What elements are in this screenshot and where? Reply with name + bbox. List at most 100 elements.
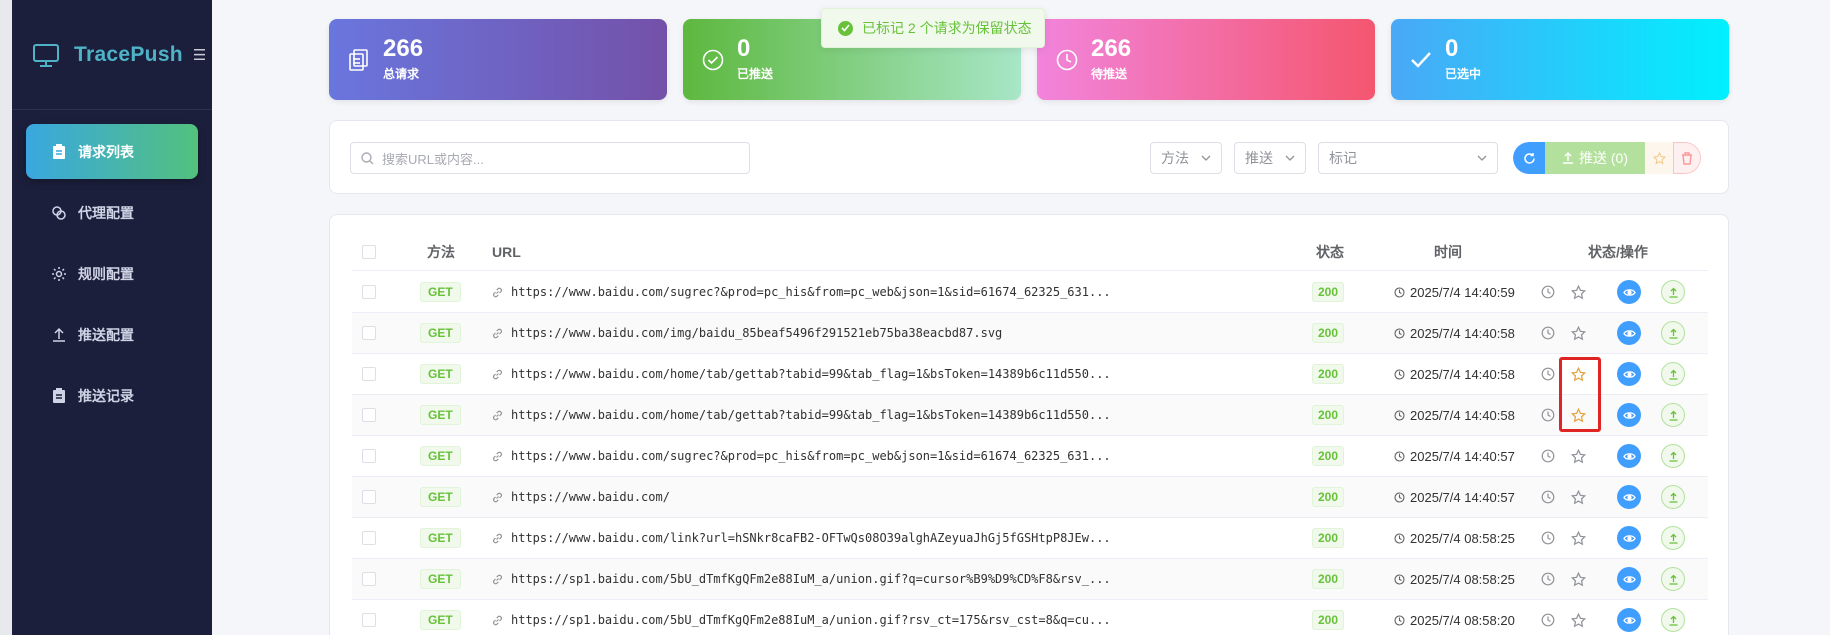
row-checkbox[interactable]: [362, 518, 376, 558]
sidebar-item-rule-config[interactable]: 规则配置: [26, 246, 198, 301]
push-select[interactable]: 推送: [1234, 142, 1306, 174]
row-checkbox[interactable]: [362, 395, 376, 435]
star-icon: [1570, 530, 1586, 545]
push-row-button[interactable]: [1661, 272, 1685, 312]
url-cell[interactable]: https://www.baidu.com/home/tab/gettab?ta…: [492, 395, 1111, 435]
mark-select[interactable]: 标记: [1318, 142, 1498, 174]
table-row[interactable]: GET https://sp1.baidu.com/5bU_dTmfKgQFm2e…: [352, 600, 1708, 635]
history-button[interactable]: [1540, 313, 1556, 353]
push-row-button[interactable]: [1661, 313, 1685, 353]
row-checkbox[interactable]: [362, 477, 376, 517]
method-select[interactable]: 方法: [1150, 142, 1222, 174]
stat-value: 266: [1091, 35, 1132, 62]
history-button[interactable]: [1540, 477, 1556, 517]
table-row[interactable]: GET https://www.baidu.com/sugrec?&prod=pc…: [352, 272, 1708, 313]
row-checkbox[interactable]: [362, 354, 376, 394]
url-cell[interactable]: https://www.baidu.com/home/tab/gettab?ta…: [492, 354, 1111, 394]
check-circle-icon: [701, 48, 725, 72]
table-row[interactable]: GET https://www.baidu.com/img/baidu_85bea…: [352, 313, 1708, 354]
url-text: https://www.baidu.com/sugrec?&prod=pc_hi…: [511, 449, 1111, 463]
search-input[interactable]: 搜索URL或内容...: [350, 142, 750, 174]
url-text: https://www.baidu.com/home/tab/gettab?ta…: [511, 408, 1111, 422]
star-button[interactable]: [1569, 600, 1587, 635]
view-button[interactable]: [1617, 354, 1641, 394]
history-icon: [1541, 572, 1555, 586]
table-row[interactable]: GET https://sp1.baidu.com/5bU_dTmfKgQFm2e…: [352, 559, 1708, 600]
star-button[interactable]: [1569, 436, 1587, 476]
chevron-down-icon: [1477, 155, 1487, 161]
action-button-group: 推送 (0): [1513, 142, 1701, 174]
view-button[interactable]: [1617, 600, 1641, 635]
star-icon: [1570, 489, 1586, 504]
method-tag: GET: [420, 528, 461, 548]
star-button[interactable]: [1645, 142, 1673, 174]
time-text: 2025/7/4 08:58:25: [1410, 571, 1515, 587]
table-row[interactable]: GET https://www.baidu.com/200 2025/7/4 14:…: [352, 477, 1708, 518]
star-button[interactable]: [1569, 313, 1587, 353]
view-button[interactable]: [1617, 518, 1641, 558]
sidebar-item-request-list[interactable]: 请求列表: [26, 124, 198, 179]
star-button[interactable]: [1569, 518, 1587, 558]
push-row-button[interactable]: [1661, 436, 1685, 476]
refresh-icon: [1523, 152, 1535, 164]
view-button[interactable]: [1617, 313, 1641, 353]
history-button[interactable]: [1540, 354, 1556, 394]
table-row[interactable]: GET https://www.baidu.com/link?url=hSNkr8…: [352, 518, 1708, 559]
view-button[interactable]: [1617, 272, 1641, 312]
history-button[interactable]: [1540, 600, 1556, 635]
push-row-button[interactable]: [1661, 559, 1685, 599]
filter-bar: 搜索URL或内容... 方法 推送 标记 推送 (0): [329, 120, 1729, 194]
history-button[interactable]: [1540, 436, 1556, 476]
row-checkbox[interactable]: [362, 313, 376, 353]
sidebar-item-proxy-config[interactable]: 代理配置: [26, 185, 198, 240]
table-row[interactable]: GET https://www.baidu.com/sugrec?&prod=pc…: [352, 436, 1708, 477]
url-cell[interactable]: https://www.baidu.com/: [492, 477, 670, 517]
table-row[interactable]: GET https://www.baidu.com/home/tab/gettab…: [352, 395, 1708, 436]
eye-icon: [1622, 370, 1636, 378]
row-checkbox[interactable]: [362, 600, 376, 635]
stat-value: 266: [383, 35, 424, 62]
star-button[interactable]: [1569, 559, 1587, 599]
star-icon: [1570, 448, 1586, 463]
menu-toggle-icon[interactable]: ☰: [193, 46, 206, 64]
link-icon: [492, 451, 503, 462]
star-button[interactable]: [1569, 477, 1587, 517]
push-row-button[interactable]: [1661, 354, 1685, 394]
view-button[interactable]: [1617, 477, 1641, 517]
url-cell[interactable]: https://sp1.baidu.com/5bU_dTmfKgQFm2e88I…: [492, 600, 1111, 635]
history-button[interactable]: [1540, 559, 1556, 599]
push-button[interactable]: 推送 (0): [1545, 142, 1645, 174]
url-cell[interactable]: https://www.baidu.com/link?url=hSNkr8caF…: [492, 518, 1111, 558]
history-button[interactable]: [1540, 518, 1556, 558]
select-all-checkbox[interactable]: [362, 234, 376, 270]
header-method: 方法: [427, 244, 455, 260]
time-text: 2025/7/4 14:40:57: [1410, 489, 1515, 505]
row-checkbox[interactable]: [362, 272, 376, 312]
sidebar-item-push-config[interactable]: 推送配置: [26, 307, 198, 362]
history-icon: [1541, 531, 1555, 545]
view-button[interactable]: [1617, 436, 1641, 476]
url-cell[interactable]: https://sp1.baidu.com/5bU_dTmfKgQFm2e88I…: [492, 559, 1111, 599]
url-cell[interactable]: https://www.baidu.com/img/baidu_85beaf54…: [492, 313, 1002, 353]
url-cell[interactable]: https://www.baidu.com/sugrec?&prod=pc_hi…: [492, 272, 1111, 312]
history-button[interactable]: [1540, 395, 1556, 435]
url-text: https://www.baidu.com/: [511, 490, 670, 504]
row-checkbox[interactable]: [362, 559, 376, 599]
push-row-button[interactable]: [1661, 395, 1685, 435]
push-row-button[interactable]: [1661, 600, 1685, 635]
star-button[interactable]: [1569, 272, 1587, 312]
history-button[interactable]: [1540, 272, 1556, 312]
push-row-button[interactable]: [1661, 518, 1685, 558]
view-button[interactable]: [1617, 559, 1641, 599]
sidebar-item-push-records[interactable]: 推送记录: [26, 368, 198, 423]
view-button[interactable]: [1617, 395, 1641, 435]
row-checkbox[interactable]: [362, 436, 376, 476]
push-row-button[interactable]: [1661, 477, 1685, 517]
url-cell[interactable]: https://www.baidu.com/sugrec?&prod=pc_hi…: [492, 436, 1111, 476]
sidebar-item-label: 推送记录: [78, 387, 134, 404]
table-row[interactable]: GET https://www.baidu.com/home/tab/gettab…: [352, 354, 1708, 395]
chevron-down-icon: [1285, 155, 1295, 161]
eye-icon: [1622, 616, 1636, 624]
delete-button[interactable]: [1673, 142, 1701, 174]
refresh-button[interactable]: [1513, 142, 1545, 174]
